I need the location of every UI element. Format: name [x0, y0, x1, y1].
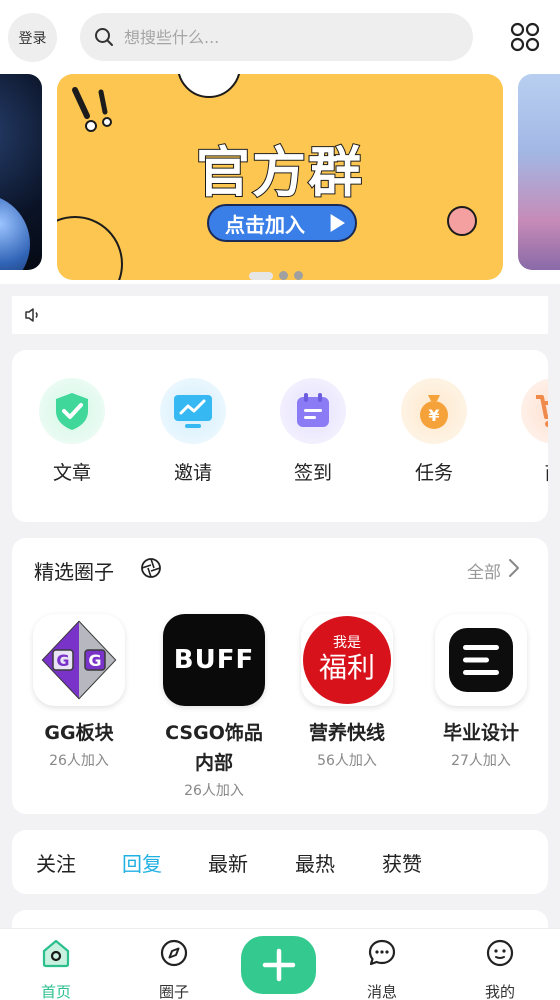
- tab-hottest[interactable]: 最热: [295, 848, 335, 877]
- banner-title: 官方群: [195, 140, 364, 205]
- tab-follow[interactable]: 关注: [36, 848, 76, 877]
- announcement-bar[interactable]: [12, 296, 548, 334]
- monitor-chart-icon: [160, 378, 226, 444]
- nav-home[interactable]: 首页: [26, 937, 86, 1000]
- quick-action-label: 文章: [52, 462, 91, 484]
- decor-circle: [177, 74, 241, 98]
- carousel-dot: [294, 271, 303, 280]
- speaker-icon: [25, 308, 38, 322]
- fuli-big-text: 福利: [318, 651, 375, 684]
- view-all-link[interactable]: 全部: [467, 558, 501, 583]
- buff-logo-text: BUFF: [173, 645, 255, 675]
- nav-label: 我的: [484, 983, 515, 1000]
- nav-circles[interactable]: 圈子: [144, 937, 204, 1000]
- quick-action-shop[interactable]: 商: [514, 378, 548, 485]
- nav-profile[interactable]: 我的: [470, 937, 530, 1000]
- nav-label: 圈子: [158, 983, 189, 1000]
- apps-grid-icon[interactable]: [510, 22, 540, 52]
- join-group-button[interactable]: 点击加入: [207, 204, 357, 242]
- search-bar[interactable]: [80, 13, 473, 61]
- svg-text:G: G: [56, 651, 69, 670]
- circle-name: CSGO饰品内部: [165, 722, 263, 774]
- face-icon: [486, 939, 514, 967]
- plus-icon: [262, 948, 295, 982]
- nav-messages[interactable]: 消息: [352, 937, 412, 1000]
- circle-item-nutrition[interactable]: 我是 福利 营养快线 56人加入: [287, 614, 407, 770]
- quick-action-article[interactable]: 文章: [32, 378, 112, 485]
- quick-action-invite[interactable]: 邀请: [153, 378, 233, 485]
- tab-latest[interactable]: 最新: [208, 848, 248, 877]
- nav-label: 首页: [40, 983, 71, 1000]
- search-icon: [95, 28, 113, 46]
- fuli-logo: 我是 福利: [301, 614, 393, 706]
- join-group-label: 点击加入: [225, 212, 305, 237]
- circle-name: 营养快线: [308, 722, 385, 744]
- circle-name: GG板块: [44, 722, 114, 744]
- fuli-small-text: 我是: [333, 635, 361, 651]
- circle-item-csgo[interactable]: BUFF CSGO饰品内部 26人加入: [153, 614, 275, 800]
- tab-liked[interactable]: 获赞: [382, 848, 422, 877]
- planet-image: [0, 194, 30, 270]
- aperture-icon: [141, 558, 161, 578]
- gg-logo: G G: [33, 614, 125, 706]
- section-title: 精选圈子: [34, 560, 114, 584]
- e-logo: [435, 614, 527, 706]
- quick-action-label: 签到: [293, 462, 332, 484]
- chat-icon: [368, 939, 396, 966]
- svg-text:G: G: [88, 651, 101, 670]
- circle-name: 毕业设计: [442, 722, 519, 744]
- chevron-right-icon[interactable]: [508, 558, 520, 578]
- feed-tabs: 关注 回复 最新 最热 获赞: [12, 830, 548, 894]
- circle-members: 26人加入: [184, 783, 244, 799]
- circle-item-gg[interactable]: G G GG板块 26人加入: [19, 614, 139, 770]
- login-button[interactable]: 登录: [8, 13, 57, 62]
- banner-slide-next[interactable]: [518, 74, 560, 270]
- circle-item-graduation[interactable]: 毕业设计 27人加入: [421, 614, 541, 770]
- e-glyph-icon: [463, 645, 499, 675]
- money-bag-icon: ¥: [401, 378, 467, 444]
- search-input[interactable]: [124, 27, 444, 47]
- circle-members: 27人加入: [451, 753, 511, 769]
- circle-members: 56人加入: [317, 753, 377, 769]
- decor-pink-circle: [447, 206, 477, 236]
- banner-slide-prev[interactable]: [0, 74, 42, 270]
- quick-actions-card: 文章 邀请 签到 ¥ 任务 商: [12, 350, 548, 522]
- buff-logo: BUFF: [163, 614, 265, 706]
- create-post-button[interactable]: [241, 936, 316, 994]
- play-arrow-icon: [330, 214, 345, 232]
- quick-action-label: 邀请: [173, 462, 212, 484]
- quick-action-label: 任务: [414, 462, 453, 484]
- quick-action-checkin[interactable]: 签到: [273, 378, 353, 485]
- calendar-icon: [280, 378, 346, 444]
- home-icon: [42, 939, 70, 968]
- carousel-indicator: [249, 271, 303, 280]
- shield-check-icon: [39, 378, 105, 444]
- svg-text:¥: ¥: [428, 406, 439, 425]
- quick-action-label: 商: [514, 458, 548, 485]
- carousel-dot: [249, 271, 273, 280]
- circle-members: 26人加入: [49, 753, 109, 769]
- nav-label: 消息: [366, 983, 397, 1000]
- tab-reply[interactable]: 回复: [122, 848, 162, 877]
- shopping-cart-icon: [521, 378, 548, 444]
- decor-circle: [57, 216, 123, 280]
- compass-icon: [160, 939, 188, 967]
- quick-action-task[interactable]: ¥ 任务: [394, 378, 474, 485]
- featured-circles-card: 精选圈子 全部 G G GG板块 26人加入 BUFF CSGO饰品内部 26人…: [12, 538, 548, 814]
- carousel-dot: [279, 271, 288, 280]
- banner-carousel[interactable]: 官方群 点击加入: [0, 74, 560, 284]
- banner-slide-current[interactable]: 官方群 点击加入: [57, 74, 503, 280]
- top-header: 登录: [0, 0, 560, 74]
